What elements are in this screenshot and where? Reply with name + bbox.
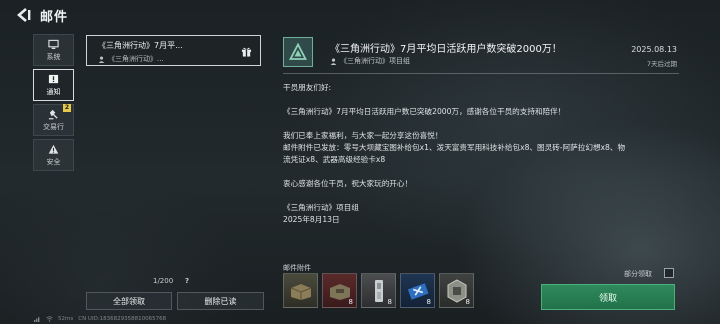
mail-greeting: 干员朋友们好: (283, 83, 332, 92)
treasure-map-pack-icon (290, 284, 312, 300)
mail-paragraph: 邮件附件已发放：零号大坝藏宝图补给包x1、泼天富贵军用科技补给包x8、图灵砖-阿… (283, 143, 626, 152)
tab-security[interactable]: 安全 (33, 139, 74, 171)
mail-title: 《三角洲行动》7月平均日活跃用户数突破2000万！ (330, 44, 562, 55)
back-arrow-icon[interactable] (14, 6, 32, 24)
mail-paragraph: 《三角洲行动》7月平均日活跃用户数已突破2000万，感谢各位干员的支持和陪伴！ (283, 107, 566, 116)
game-logo (283, 37, 313, 67)
mail-count: 1/200 (153, 277, 174, 285)
attachments-list: 8 8 8 8 (283, 273, 474, 308)
notification-badge: 2 (63, 104, 71, 112)
hammer-icon (48, 109, 58, 119)
person-icon (330, 58, 337, 65)
attachment-item[interactable]: 8 (400, 273, 435, 308)
item-count: 8 (465, 298, 470, 306)
claim-all-button[interactable]: 全部领取 (86, 292, 172, 310)
warning-icon (48, 144, 59, 154)
claim-button[interactable]: 领取 (541, 284, 675, 310)
item-count: 8 (387, 298, 392, 306)
uid-text: CN UID:1836829358810065768 (78, 316, 167, 322)
tab-notice[interactable]: 通知 (33, 69, 74, 101)
mail-item-title: 《三角洲行动》7月平... (98, 41, 183, 50)
mail-body: 干员朋友们好: 《三角洲行动》7月平均日活跃用户数已突破2000万，感谢各位干员… (283, 82, 683, 226)
mail-item-sender: 《三角洲行动》... (98, 54, 254, 64)
attachment-item[interactable]: 8 (322, 273, 357, 308)
tab-label: 系统 (46, 52, 61, 61)
exclamation-icon (48, 74, 59, 83)
help-icon[interactable]: ? (185, 277, 189, 285)
header: 邮件 (14, 6, 69, 25)
mail-detail: 《三角洲行动》7月平均日活跃用户数突破2000万！ 《三角洲行动》项目组 202… (273, 32, 691, 322)
monitor-icon (48, 39, 59, 49)
tab-trading[interactable]: 2 交易行 (33, 104, 74, 136)
mail-expire: 7天后过期 (646, 60, 677, 68)
attachment-item[interactable]: 8 (361, 273, 396, 308)
page-title: 邮件 (40, 9, 69, 25)
partial-claim-checkbox[interactable] (664, 268, 674, 278)
person-icon (98, 56, 105, 63)
delta-logo-icon (289, 43, 307, 60)
item-count: 8 (348, 298, 353, 306)
tab-label: 安全 (46, 157, 61, 166)
category-tabs: 系统 通知 2 交易行 安全 (33, 34, 74, 171)
attachment-item[interactable] (283, 273, 318, 308)
mail-list: 《三角洲行动》7月平... 《三角洲行动》... (84, 33, 262, 273)
mail-paragraph: 衷心感谢各位干员，祝大家玩的开心！ (283, 179, 413, 188)
tab-label: 通知 (46, 87, 61, 96)
signal-icon (34, 317, 40, 322)
delete-read-button[interactable]: 删除已读 (177, 292, 264, 310)
mail-paragraph: 我们已奉上家福利，与大家一起分享这份喜悦！ (283, 131, 443, 140)
partial-claim-label: 部分领取 (624, 270, 652, 278)
mail-signature-date: 2025年8月13日 (283, 215, 340, 224)
tab-label: 交易行 (43, 122, 64, 131)
item-count: 8 (426, 298, 431, 306)
mail-signature: 《三角洲行动》项目组 (283, 203, 359, 212)
mail-paragraph: 流凭证x8、武器高级经验卡x8 (283, 155, 386, 164)
status-bar: 52ms CN UID:1836829358810065768 (34, 314, 166, 324)
mail-sender-text: 《三角洲行动》项目组 (340, 57, 410, 65)
gift-icon (241, 47, 252, 57)
mail-item-sender-text: 《三角洲行动》... (108, 55, 164, 63)
mail-sender: 《三角洲行动》项目组 (330, 56, 410, 66)
ping-text: 52ms (58, 316, 74, 322)
attachments-label: 邮件附件 (283, 264, 311, 272)
mail-list-item[interactable]: 《三角洲行动》7月平... 《三角洲行动》... (86, 35, 261, 66)
wifi-icon (46, 316, 53, 322)
tab-system[interactable]: 系统 (33, 34, 74, 66)
divider (283, 73, 679, 74)
mail-date: 2025.08.13 (631, 45, 677, 54)
attachment-item[interactable]: 8 (439, 273, 474, 308)
